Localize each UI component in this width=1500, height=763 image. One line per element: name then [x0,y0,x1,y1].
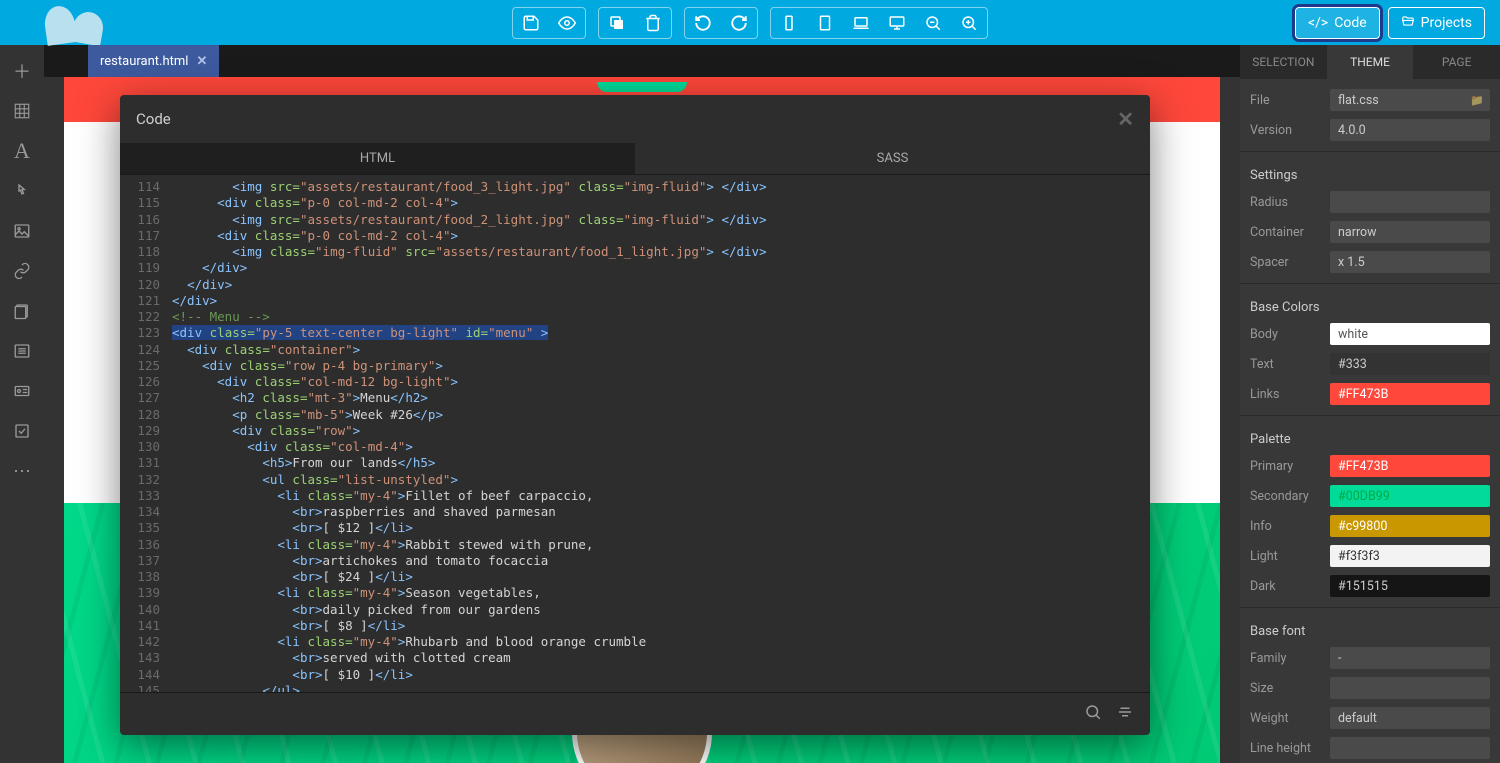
image-icon[interactable] [0,213,44,249]
code-button-label: Code [1334,15,1366,31]
zoom-in-icon[interactable] [951,8,987,38]
size-input[interactable] [1330,677,1490,699]
left-sidebar: ＋ A ⋯ [0,45,44,763]
search-icon[interactable] [1084,703,1102,725]
code-button[interactable]: </> Code [1295,7,1380,39]
app-logo [15,2,100,44]
close-icon[interactable]: ✕ [1117,107,1134,131]
copy-icon[interactable] [599,8,635,38]
right-panel: SELECTION THEME PAGE File flat.css Versi… [1240,45,1500,763]
pointer-icon[interactable] [0,173,44,209]
folder-open-icon [1401,14,1415,32]
link-icon[interactable] [0,253,44,289]
top-toolbar: </> Code Projects [0,0,1500,45]
add-icon[interactable]: ＋ [0,53,44,89]
file-input[interactable]: flat.css [1330,89,1490,111]
tab-html[interactable]: HTML [120,143,635,174]
spacer-input[interactable]: x 1.5 [1330,251,1490,273]
light-color[interactable]: #f3f3f3 [1330,545,1490,567]
radius-input[interactable] [1330,191,1490,213]
checkbox-icon[interactable] [0,413,44,449]
basecolors-header: Base Colors [1240,290,1500,319]
close-tab-icon[interactable]: ✕ [196,54,207,69]
modal-title: Code [136,110,171,128]
family-input[interactable]: - [1330,647,1490,669]
save-icon[interactable] [513,8,549,38]
code-modal-tabs: HTML SASS [120,143,1150,175]
zoom-out-icon[interactable] [915,8,951,38]
basefont-header: Base font [1240,614,1500,643]
code-icon: </> [1308,15,1328,31]
grid-icon[interactable] [0,93,44,129]
version-input[interactable]: 4.0.0 [1330,119,1490,141]
file-label: File [1250,93,1322,108]
info-color[interactable]: #c99800 [1330,515,1490,537]
more-icon[interactable]: ⋯ [0,453,44,489]
toolbar-center [512,7,988,39]
stack-icon[interactable] [0,293,44,329]
code-editor[interactable]: 114 <img src="assets/restaurant/food_3_l… [120,175,1150,692]
text-icon[interactable]: A [0,133,44,169]
code-modal: Code ✕ HTML SASS 114 <img src="assets/re… [120,95,1150,735]
file-tab-label: restaurant.html [100,54,188,69]
device-desktop-icon[interactable] [879,8,915,38]
undo-icon[interactable] [685,8,721,38]
tab-theme[interactable]: THEME [1327,45,1414,79]
container-input[interactable]: narrow [1330,221,1490,243]
dark-color[interactable]: #151515 [1330,575,1490,597]
projects-button-label: Projects [1421,15,1472,31]
primary-color[interactable]: #FF473B [1330,455,1490,477]
weight-input[interactable]: default [1330,707,1490,729]
file-tab[interactable]: restaurant.html ✕ [88,45,219,77]
device-tablet-icon[interactable] [807,8,843,38]
trash-icon[interactable] [635,8,671,38]
tab-sass[interactable]: SASS [635,143,1150,174]
settings-header: Settings [1240,158,1500,187]
tab-selection[interactable]: SELECTION [1240,45,1327,79]
palette-header: Palette [1240,422,1500,451]
list-icon[interactable] [0,333,44,369]
version-label: Version [1250,123,1322,138]
text-color[interactable]: #333 [1330,353,1490,375]
menu-lines-icon[interactable] [1116,703,1134,725]
lineheight-input[interactable] [1330,737,1490,759]
preview-icon[interactable] [549,8,585,38]
redo-icon[interactable] [721,8,757,38]
body-color[interactable]: white [1330,323,1490,345]
device-mobile-icon[interactable] [771,8,807,38]
links-color[interactable]: #FF473B [1330,383,1490,405]
projects-button[interactable]: Projects [1388,7,1485,39]
device-laptop-icon[interactable] [843,8,879,38]
tab-page[interactable]: PAGE [1413,45,1500,79]
card-icon[interactable] [0,373,44,409]
secondary-color[interactable]: #00DB99 [1330,485,1490,507]
